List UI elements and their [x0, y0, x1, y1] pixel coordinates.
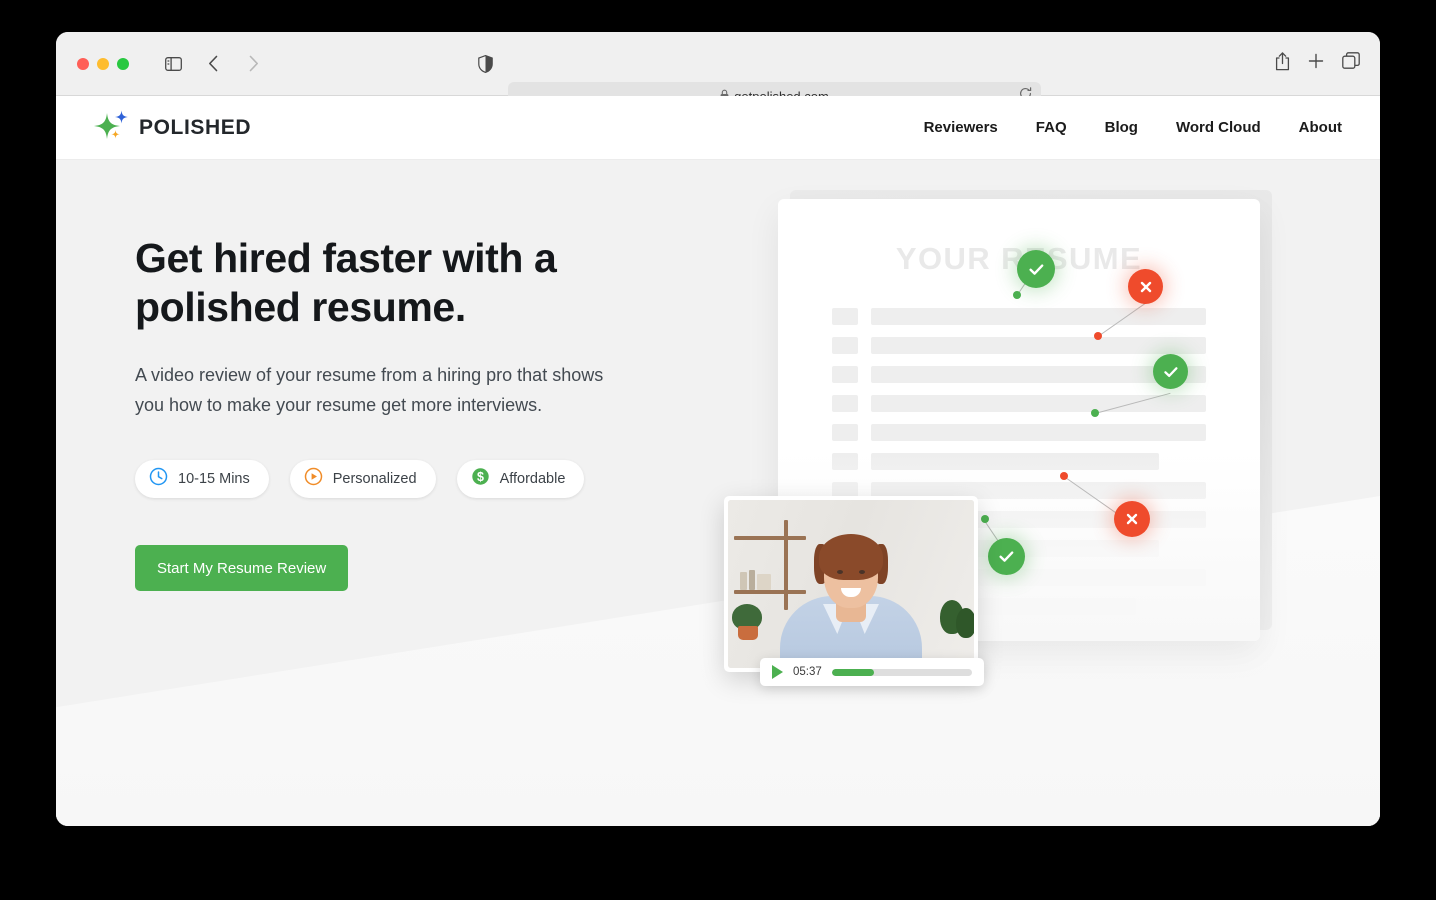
marker-anchor-dot: [1094, 332, 1102, 340]
resume-line-box: [832, 395, 858, 412]
resume-line-bar: [871, 308, 1206, 325]
video-preview-card[interactable]: 05:37: [724, 496, 984, 686]
feature-pill-personalized-label: Personalized: [332, 471, 417, 488]
feature-pill-row: 10-15 Mins Personalized $ Affordable: [135, 460, 665, 499]
forward-button[interactable]: [239, 50, 267, 78]
close-window-button[interactable]: [77, 57, 89, 70]
feature-pill-duration[interactable]: 10-15 Mins: [135, 460, 269, 499]
hero-illustration: YOUR RESUME 05:37: [656, 160, 1380, 826]
marker-anchor-dot: [1060, 472, 1068, 480]
shelf-book: [749, 570, 755, 590]
sidebar-toggle-icon[interactable]: [159, 50, 187, 78]
share-icon[interactable]: [1275, 51, 1290, 76]
traffic-lights: [77, 57, 129, 70]
shelf-book: [740, 572, 747, 590]
marker-anchor-dot: [1013, 291, 1021, 299]
hero-copy: Get hired faster with a polished resume.…: [135, 234, 665, 592]
toolbar-right-group: [1275, 51, 1360, 76]
hero-title-line-1: Get hired faster with a: [135, 235, 557, 281]
resume-marker-good[interactable]: [1153, 354, 1188, 389]
resume-line-row: [778, 418, 1260, 447]
logo-text: POLISHED: [139, 115, 252, 139]
marker-anchor-dot: [981, 515, 989, 523]
browser-window: getpolished.com: [56, 32, 1380, 826]
resume-line-box: [832, 366, 858, 383]
hero-title-line-2: polished resume.: [135, 284, 466, 331]
dollar-circle-icon: $: [471, 467, 490, 491]
nav-item-about[interactable]: About: [1299, 119, 1342, 136]
sparkle-logo-icon: [94, 109, 130, 146]
maximize-window-button[interactable]: [117, 57, 129, 70]
resume-marker-bad[interactable]: [1114, 501, 1150, 537]
start-resume-review-button[interactable]: Start My Resume Review: [135, 545, 349, 592]
back-button[interactable]: [199, 50, 227, 78]
page-title: Get hired faster with a polished resume.: [135, 234, 665, 332]
play-circle-icon: [304, 467, 323, 491]
video-thumbnail: [728, 500, 974, 668]
person-hair: [819, 534, 883, 580]
resume-line-box: [832, 424, 858, 441]
marker-anchor-dot: [1091, 409, 1099, 417]
browser-toolbar: getpolished.com: [56, 32, 1380, 110]
site-navigation: Reviewers FAQ Blog Word Cloud About: [924, 119, 1342, 136]
video-progress-bar[interactable]: [831, 668, 972, 676]
hero-subtitle: A video review of your resume from a hir…: [135, 365, 604, 416]
svg-text:$: $: [477, 470, 484, 484]
shelf-board: [734, 590, 806, 594]
resume-line-bar: [871, 424, 1206, 441]
resume-line-row: [778, 447, 1260, 476]
nav-item-reviewers[interactable]: Reviewers: [924, 119, 998, 136]
hero-section: Get hired faster with a polished resume.…: [56, 160, 1380, 826]
resume-line-box: [832, 337, 858, 354]
resume-marker-good[interactable]: [1017, 250, 1055, 288]
plant-pot-left: [738, 626, 758, 640]
check-icon: [1163, 366, 1178, 377]
nav-item-faq[interactable]: FAQ: [1036, 119, 1067, 136]
video-progress-fill: [831, 668, 874, 676]
person-eye-left: [837, 570, 843, 574]
feature-pill-affordable[interactable]: $ Affordable: [456, 460, 585, 499]
new-tab-icon[interactable]: [1308, 53, 1324, 74]
nav-item-blog[interactable]: Blog: [1105, 119, 1138, 136]
person-eye-right: [859, 570, 865, 574]
resume-line-row: [778, 389, 1260, 418]
shelf-upright: [784, 520, 788, 610]
shelf-board: [734, 536, 806, 540]
resume-line-row: [778, 331, 1260, 360]
check-icon: [1028, 263, 1043, 275]
minimize-window-button[interactable]: [97, 57, 109, 70]
shelf-book: [757, 574, 771, 590]
resume-line-row: [778, 302, 1260, 331]
check-icon: [999, 551, 1014, 562]
site-header: POLISHED Reviewers FAQ Blog Word Cloud A…: [56, 96, 1380, 160]
feature-pill-personalized[interactable]: Personalized: [289, 460, 436, 499]
x-icon: [1126, 513, 1138, 525]
shield-icon[interactable]: [471, 50, 499, 78]
resume-marker-good[interactable]: [988, 538, 1025, 575]
resume-line-bar: [871, 337, 1206, 354]
resume-line-box: [832, 453, 858, 470]
resume-line-box: [832, 308, 858, 325]
site-logo[interactable]: POLISHED: [94, 109, 251, 146]
feature-pill-affordable-label: Affordable: [499, 471, 566, 488]
nav-item-word-cloud[interactable]: Word Cloud: [1176, 119, 1261, 136]
play-icon[interactable]: [772, 665, 783, 679]
feature-pill-duration-label: 10-15 Mins: [178, 471, 250, 488]
clock-icon: [149, 467, 168, 491]
video-timestamp: 05:37: [793, 666, 822, 678]
plant-right-2: [956, 608, 974, 638]
x-icon: [1140, 281, 1151, 292]
tab-overview-icon[interactable]: [1342, 52, 1360, 75]
resume-marker-bad[interactable]: [1128, 269, 1163, 304]
video-control-bar: 05:37: [760, 658, 984, 686]
resume-line-bar: [871, 453, 1159, 470]
